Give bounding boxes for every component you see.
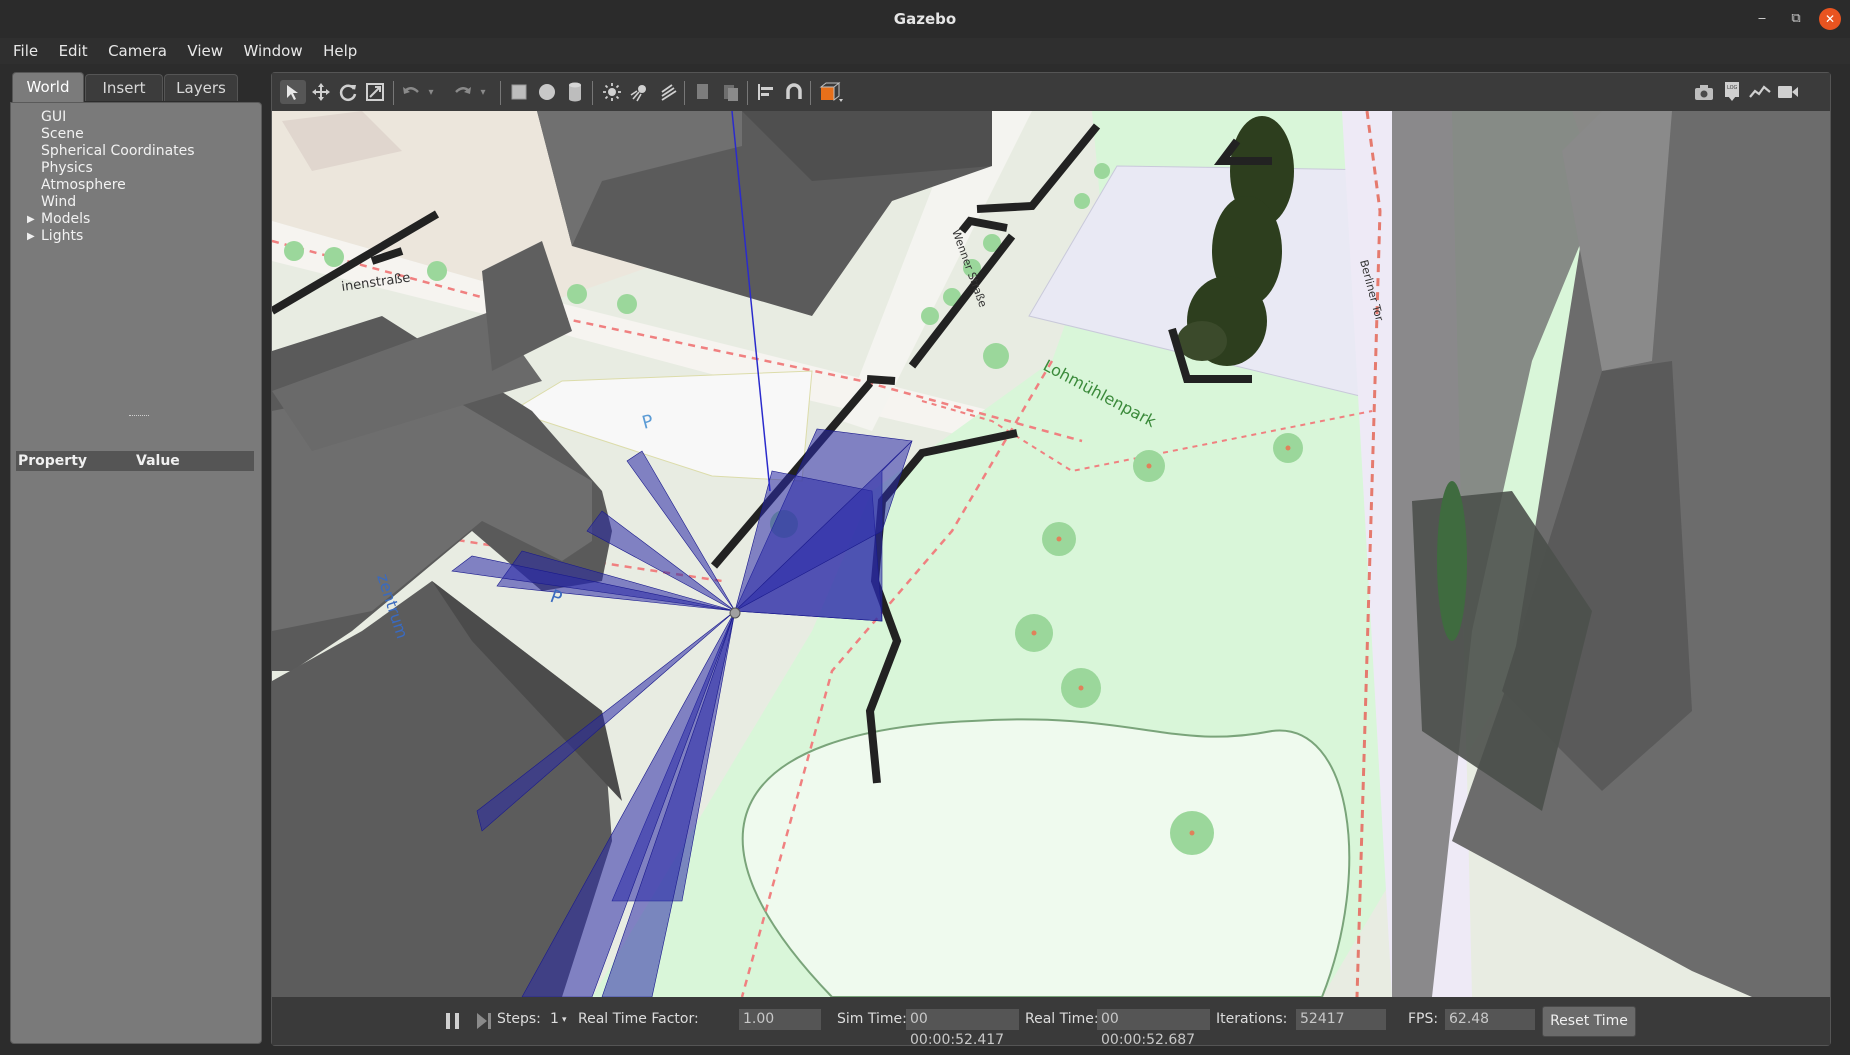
- svg-text:LOG: LOG: [1727, 85, 1738, 91]
- tree-item-physics[interactable]: Physics: [11, 160, 261, 177]
- left-panel: World Insert Layers GUI Scene Spherical …: [10, 72, 262, 1044]
- tab-layers[interactable]: Layers: [164, 74, 238, 101]
- tree-item-label: Spherical Coordinates: [41, 143, 195, 159]
- scene-render: inenstraße Wenner Straße Berliner Tor Lo…: [272, 111, 1830, 997]
- toolbar-separator: [810, 81, 811, 105]
- tree-item-label: Models: [41, 211, 91, 227]
- steps-label: Steps:: [497, 1011, 541, 1027]
- steps-spin-arrow-icon[interactable]: ▾: [562, 1015, 567, 1025]
- green-strip: [1437, 481, 1467, 641]
- real-time-field: 00 00:00:52.687: [1097, 1009, 1210, 1048]
- fps-field: 62.48: [1445, 1009, 1535, 1030]
- world-panel: GUI Scene Spherical Coordinates Physics …: [10, 102, 262, 1044]
- fps-label: FPS:: [1408, 1011, 1439, 1027]
- robot-marker: [729, 607, 741, 619]
- scale-icon[interactable]: [362, 80, 388, 104]
- world-tree: GUI Scene Spherical Coordinates Physics …: [11, 109, 261, 245]
- expand-arrow-icon[interactable]: ▶: [27, 211, 35, 228]
- window-title: Gazebo: [893, 10, 957, 28]
- redo-history-icon[interactable]: ▾: [476, 80, 490, 104]
- steps-spinbox[interactable]: 1: [550, 1011, 559, 1027]
- sim-time-label: Sim Time:: [837, 1011, 907, 1027]
- toolbar-separator: [747, 81, 748, 105]
- tab-world[interactable]: World: [12, 72, 84, 103]
- title-bar: Gazebo ‒ ⧉ ✕: [0, 0, 1850, 39]
- cylinder-icon[interactable]: [562, 80, 588, 104]
- sim-time-field: 00 00:00:52.417: [906, 1009, 1019, 1048]
- close-icon[interactable]: ✕: [1819, 8, 1841, 30]
- tree-item-scene[interactable]: Scene: [11, 126, 261, 143]
- iterations-label: Iterations:: [1216, 1011, 1288, 1027]
- redo-icon[interactable]: [450, 80, 476, 104]
- tree-item-label: Physics: [41, 160, 93, 176]
- tree-item-models[interactable]: ▶ Models: [11, 211, 261, 228]
- restore-icon[interactable]: ⧉: [1785, 8, 1807, 30]
- 3d-scene-viewport[interactable]: inenstraße Wenner Straße Berliner Tor Lo…: [272, 111, 1830, 997]
- change-view-icon[interactable]: [816, 80, 848, 104]
- tree-item-atmosphere[interactable]: Atmosphere: [11, 177, 261, 194]
- tree-item-spherical-coordinates[interactable]: Spherical Coordinates: [11, 143, 261, 160]
- tree-item-label: Scene: [41, 126, 84, 142]
- tree-item-lights[interactable]: ▶ Lights: [11, 228, 261, 245]
- menu-window[interactable]: Window: [235, 38, 310, 64]
- toolbar-separator: [500, 81, 501, 105]
- toolbar-separator: [592, 81, 593, 105]
- select-arrow-icon[interactable]: [280, 80, 306, 104]
- left-tabs: World Insert Layers: [10, 72, 262, 103]
- menu-help[interactable]: Help: [315, 38, 365, 64]
- undo-icon[interactable]: [398, 80, 424, 104]
- pause-icon[interactable]: [442, 1010, 464, 1032]
- menu-bar: File Edit Camera View Window Help: [0, 38, 1850, 64]
- reset-time-button[interactable]: Reset Time: [1542, 1006, 1636, 1037]
- iterations-field: 52417: [1296, 1009, 1386, 1030]
- point-light-icon[interactable]: [599, 80, 625, 104]
- box-icon[interactable]: [506, 80, 532, 104]
- paste-icon[interactable]: [718, 80, 744, 104]
- tree-item-wind[interactable]: Wind: [11, 194, 261, 211]
- value-column-header: Value: [136, 453, 180, 469]
- menu-edit[interactable]: Edit: [51, 38, 96, 64]
- real-time-factor-label: Real Time Factor:: [578, 1011, 699, 1027]
- align-icon[interactable]: [753, 80, 779, 104]
- toolbar-separator: [393, 81, 394, 105]
- tree-item-label: GUI: [41, 109, 67, 125]
- minimize-icon[interactable]: ‒: [1751, 8, 1773, 30]
- menu-view[interactable]: View: [179, 38, 231, 64]
- plot-icon[interactable]: [1747, 80, 1773, 104]
- render-frame: ▾ ▾ LOG inenstraße Wenner Straße Berline…: [271, 72, 1831, 1048]
- lawn-area: [741, 718, 1351, 997]
- step-icon[interactable]: [473, 1010, 495, 1032]
- panel-splitter-handle[interactable]: [129, 415, 149, 420]
- menu-camera[interactable]: Camera: [100, 38, 175, 64]
- rotate-icon[interactable]: [335, 80, 361, 104]
- sphere-icon[interactable]: [534, 80, 560, 104]
- tab-insert[interactable]: Insert: [85, 74, 163, 101]
- scene-toolbar: ▾ ▾ LOG: [272, 73, 1830, 112]
- undo-history-icon[interactable]: ▾: [424, 80, 438, 104]
- spot-light-icon[interactable]: [627, 80, 653, 104]
- directional-light-icon[interactable]: [655, 80, 681, 104]
- tree-item-label: Wind: [41, 194, 77, 210]
- tree-item-gui[interactable]: GUI: [11, 109, 261, 126]
- tree-item-label: Atmosphere: [41, 177, 126, 193]
- toolbar-separator: [684, 81, 685, 105]
- copy-icon[interactable]: [690, 80, 716, 104]
- screenshot-camera-icon[interactable]: [1691, 80, 1717, 104]
- snap-magnet-icon[interactable]: [781, 80, 807, 104]
- expand-arrow-icon[interactable]: ▶: [27, 228, 35, 245]
- property-column-header: Property: [18, 453, 88, 469]
- real-time-factor-field: 1.00: [739, 1009, 821, 1030]
- translate-icon[interactable]: [308, 80, 334, 104]
- tree-item-label: Lights: [41, 228, 84, 244]
- log-icon[interactable]: LOG: [1719, 80, 1745, 104]
- status-bar: Steps: 1 ▾ Real Time Factor: 1.00 Sim Ti…: [272, 997, 1830, 1048]
- real-time-label: Real Time:: [1025, 1011, 1099, 1027]
- menu-file[interactable]: File: [5, 38, 46, 64]
- property-header: Property Value: [16, 451, 254, 471]
- record-video-icon[interactable]: [1775, 80, 1801, 104]
